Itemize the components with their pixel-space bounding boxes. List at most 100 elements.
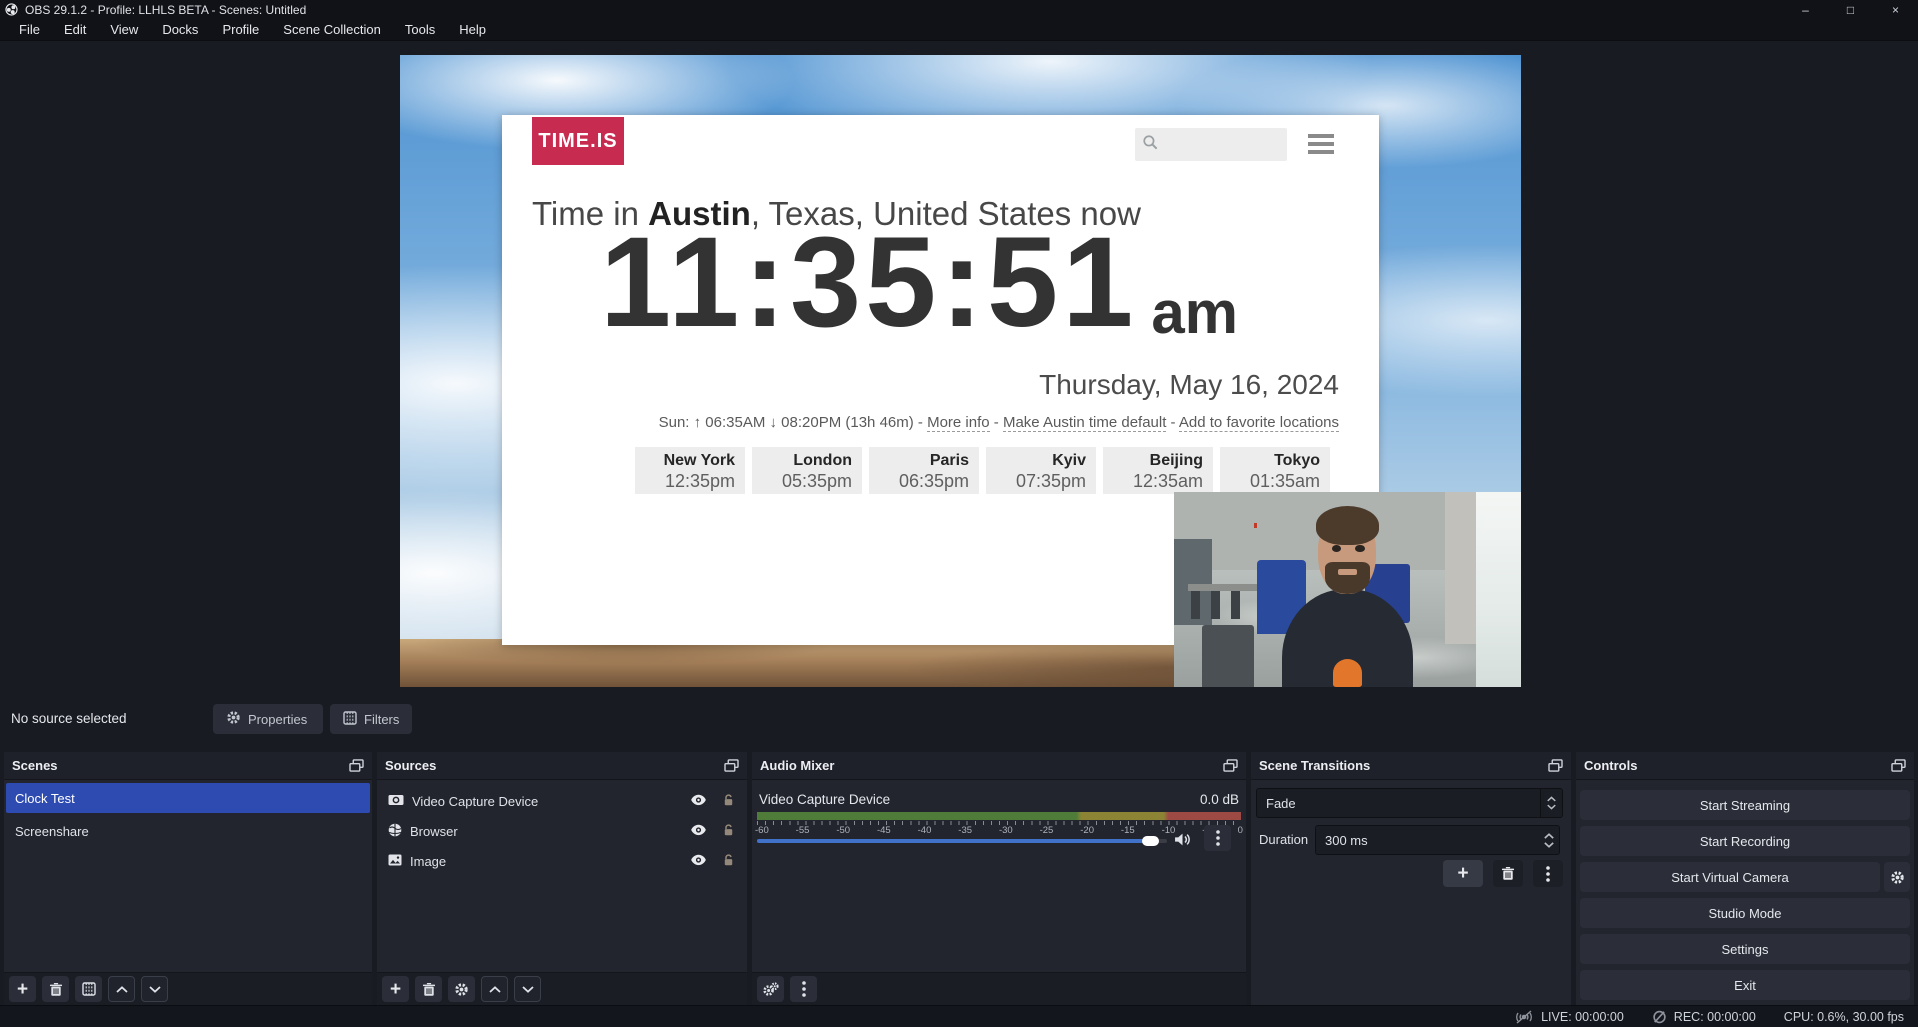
menu-docks[interactable]: Docks xyxy=(151,20,209,39)
audio-mixer-header[interactable]: Audio Mixer xyxy=(752,752,1246,780)
mixer-channel-row: Video Capture Device 0.0 dB xyxy=(759,792,1239,807)
scene-item-screenshare[interactable]: Screenshare xyxy=(6,816,370,846)
visibility-eye-icon[interactable] xyxy=(690,824,707,839)
scenes-panel: Scenes Clock Test Screenshare + xyxy=(4,752,372,1005)
virtual-camera-config-button[interactable] xyxy=(1884,862,1910,892)
sources-panel-header[interactable]: Sources xyxy=(377,752,747,780)
webcam-person xyxy=(1282,512,1414,688)
properties-button[interactable]: Properties xyxy=(213,704,323,734)
scenes-footer: + xyxy=(4,972,372,1005)
mixer-level-db: 0.0 dB xyxy=(1200,792,1239,807)
source-row-browser[interactable]: Browser xyxy=(379,816,745,846)
transitions-buttons: + xyxy=(1443,860,1563,887)
maximize-button[interactable]: □ xyxy=(1828,0,1873,19)
webcam-window xyxy=(1476,492,1521,687)
city-london: London05:35pm xyxy=(752,447,862,494)
minimize-button[interactable]: – xyxy=(1783,0,1828,19)
transition-select-arrows[interactable] xyxy=(1540,789,1562,817)
start-streaming-button[interactable]: Start Streaming xyxy=(1580,790,1910,820)
rec-status: REC: 00:00:00 xyxy=(1652,1010,1756,1024)
transition-select[interactable]: Fade xyxy=(1256,788,1563,818)
source-row-image[interactable]: Image xyxy=(379,846,745,876)
visibility-eye-icon[interactable] xyxy=(690,794,707,809)
settings-button[interactable]: Settings xyxy=(1580,934,1910,964)
source-row-video-capture[interactable]: Video Capture Device xyxy=(379,786,745,816)
remove-source-button[interactable] xyxy=(415,976,442,1002)
transition-value: Fade xyxy=(1257,796,1540,811)
add-transition-button[interactable]: + xyxy=(1443,860,1483,887)
scenes-panel-header[interactable]: Scenes xyxy=(4,752,372,780)
sources-title: Sources xyxy=(385,758,436,773)
remove-transition-button[interactable] xyxy=(1493,860,1523,887)
webcam-chairback xyxy=(1202,625,1254,687)
popout-icon[interactable] xyxy=(1891,759,1906,772)
webcam-source[interactable] xyxy=(1174,492,1521,687)
filters-button[interactable]: Filters xyxy=(330,704,412,734)
hamburger-menu-icon xyxy=(1308,134,1334,158)
popout-icon[interactable] xyxy=(724,759,739,772)
start-virtual-camera-button[interactable]: Start Virtual Camera xyxy=(1580,862,1880,892)
popout-icon[interactable] xyxy=(1548,759,1563,772)
sources-footer: + xyxy=(377,972,747,1005)
source-up-button[interactable] xyxy=(481,976,508,1002)
mixer-options-button[interactable] xyxy=(1204,825,1231,851)
city-newyork: New York12:35pm xyxy=(635,447,745,494)
clock-meridiem: am xyxy=(1151,283,1238,347)
duration-spin-arrows[interactable] xyxy=(1539,833,1559,848)
menu-scene-collection[interactable]: Scene Collection xyxy=(272,20,392,39)
popout-icon[interactable] xyxy=(1223,759,1238,772)
filter-icon xyxy=(343,711,357,728)
audio-mixer-footer xyxy=(752,972,1246,1005)
scene-filters-button[interactable] xyxy=(75,976,102,1002)
close-button[interactable]: × xyxy=(1873,0,1918,19)
volume-slider[interactable] xyxy=(757,836,1167,846)
menu-bar: File Edit View Docks Profile Scene Colle… xyxy=(0,19,1918,41)
transition-props-button[interactable] xyxy=(1533,860,1563,887)
advanced-audio-button[interactable] xyxy=(757,976,784,1002)
lock-icon[interactable] xyxy=(722,853,735,870)
popout-icon[interactable] xyxy=(349,759,364,772)
duration-spinbox[interactable]: 300 ms xyxy=(1315,825,1560,855)
visibility-eye-icon[interactable] xyxy=(690,854,707,869)
window-title: OBS 29.1.2 - Profile: LLHLS BETA - Scene… xyxy=(25,3,306,17)
speaker-icon[interactable] xyxy=(1174,832,1191,852)
source-toolbar: No source selected Properties Filters xyxy=(0,695,1918,750)
source-down-button[interactable] xyxy=(514,976,541,1002)
globe-icon xyxy=(388,823,402,840)
image-icon xyxy=(388,854,402,869)
program-canvas[interactable]: TIME.IS Time in Austin, Texas, United St… xyxy=(400,55,1521,687)
scene-up-button[interactable] xyxy=(108,976,135,1002)
source-properties-button[interactable] xyxy=(448,976,475,1002)
mixer-menu-button[interactable] xyxy=(790,976,817,1002)
menu-edit[interactable]: Edit xyxy=(53,20,97,39)
scene-item-clock-test[interactable]: Clock Test xyxy=(6,783,370,813)
transitions-header[interactable]: Scene Transitions xyxy=(1251,752,1571,780)
remove-scene-button[interactable] xyxy=(42,976,69,1002)
add-source-button[interactable]: + xyxy=(382,976,409,1002)
audio-mixer-title: Audio Mixer xyxy=(760,758,834,773)
db-scale: -60-55-50-45-40-35-30-25-20-15-10-50 xyxy=(755,825,1243,836)
controls-header[interactable]: Controls xyxy=(1576,752,1914,780)
menu-file[interactable]: File xyxy=(8,20,51,39)
exit-button[interactable]: Exit xyxy=(1580,970,1910,1000)
menu-tools[interactable]: Tools xyxy=(394,20,446,39)
timeis-sun-line: Sun: ↑ 06:35AM ↓ 08:20PM (13h 46m) - Mor… xyxy=(659,414,1339,431)
studio-mode-button[interactable]: Studio Mode xyxy=(1580,898,1910,928)
volume-meter xyxy=(757,812,1241,820)
city-paris: Paris06:35pm xyxy=(869,447,979,494)
menu-view[interactable]: View xyxy=(99,20,149,39)
start-recording-button[interactable]: Start Recording xyxy=(1580,826,1910,856)
gear-icon xyxy=(226,710,241,728)
title-bar[interactable]: OBS 29.1.2 - Profile: LLHLS BETA - Scene… xyxy=(0,0,1918,19)
lock-icon[interactable] xyxy=(722,823,735,840)
camera-icon xyxy=(388,794,404,809)
scene-down-button[interactable] xyxy=(141,976,168,1002)
volume-slider-handle[interactable] xyxy=(1142,836,1159,846)
webcam-table xyxy=(1188,584,1257,592)
duration-value: 300 ms xyxy=(1316,833,1539,848)
menu-profile[interactable]: Profile xyxy=(211,20,270,39)
menu-help[interactable]: Help xyxy=(448,20,497,39)
add-scene-button[interactable]: + xyxy=(9,976,36,1002)
scenes-title: Scenes xyxy=(12,758,58,773)
lock-icon[interactable] xyxy=(722,793,735,810)
